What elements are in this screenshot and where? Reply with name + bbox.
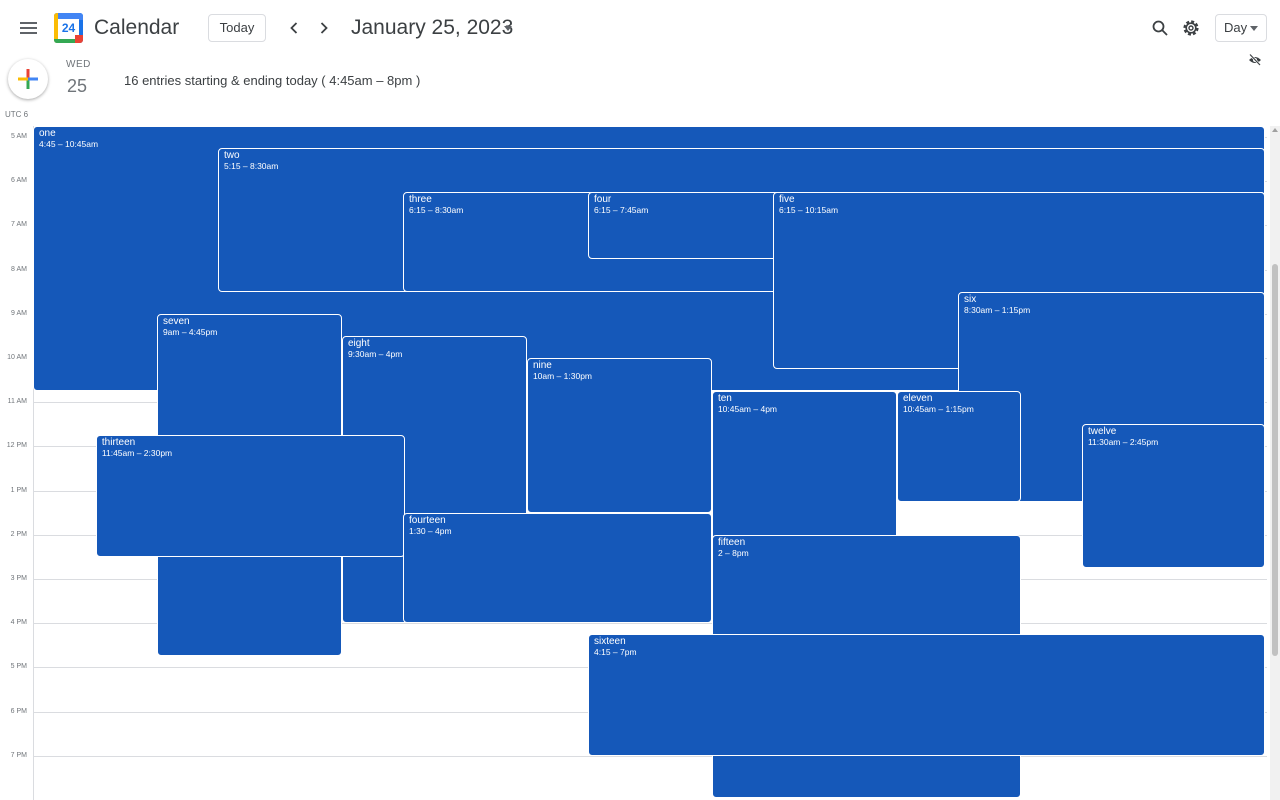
- event-time: 2 – 8pm: [717, 547, 749, 558]
- menu-icon-bar: [20, 32, 37, 34]
- event-title: one: [39, 128, 56, 139]
- event-title: fifteen: [717, 536, 746, 548]
- event-thirteen[interactable]: thirteen 11:45am – 2:30pm: [95, 435, 405, 557]
- search-icon: [1152, 20, 1168, 36]
- event-title: sixteen: [594, 636, 626, 648]
- chevron-down-icon: [1250, 26, 1258, 31]
- event-time: 10:45am – 1:15pm: [902, 404, 974, 415]
- menu-icon-bar: [20, 27, 37, 29]
- event-time: 10:45am – 4pm: [717, 404, 778, 415]
- scrollbar-thumb[interactable]: [1272, 264, 1278, 656]
- settings-button[interactable]: [1177, 14, 1205, 42]
- day-events-grid: one 4:45 – 10:45am two 5:15 – 8:30am three 6:…: [33, 126, 1267, 800]
- logo-fold: [75, 35, 83, 43]
- event-title: ten: [717, 393, 732, 405]
- previous-day-button[interactable]: [280, 14, 308, 42]
- hour-label: 5 PM: [10, 663, 27, 671]
- create-event-button[interactable]: [8, 59, 48, 99]
- event-title: eleven: [902, 393, 933, 405]
- vertical-scrollbar[interactable]: [1270, 126, 1280, 800]
- hour-label: 11 AM: [7, 398, 27, 406]
- scroll-up-arrow[interactable]: [1272, 128, 1278, 132]
- view-selector-label: Day: [1224, 20, 1248, 35]
- event-time: 9am – 4:45pm: [162, 326, 218, 337]
- hour-label: 5 AM: [11, 133, 27, 141]
- chevron-left-icon: [290, 22, 298, 34]
- event-title: nine: [532, 360, 552, 372]
- current-date-title[interactable]: January 25, 2023: [351, 16, 513, 40]
- hour-label: 6 PM: [10, 707, 27, 715]
- today-button[interactable]: Today: [208, 14, 266, 42]
- event-title: six: [964, 293, 977, 305]
- day-of-week: WED: [66, 59, 91, 70]
- event-time: 5:15 – 8:30am: [224, 161, 279, 172]
- event-title: seven: [162, 315, 190, 327]
- event-title: fourteen: [409, 514, 446, 526]
- event-twelve[interactable]: twelve 11:30am – 2:45pm: [1081, 424, 1265, 568]
- event-time: 11:30am – 2:45pm: [1087, 437, 1159, 448]
- entries-summary: 16 entries starting & ending today ( 4:4…: [124, 73, 421, 88]
- next-day-button[interactable]: [310, 14, 338, 42]
- hour-label: 2 PM: [10, 530, 27, 538]
- date-dropdown-icon[interactable]: [504, 26, 512, 31]
- hour-label: 10 AM: [7, 354, 27, 362]
- top-bar: 24 Calendar Today January 25, 2023 Day: [0, 0, 1280, 56]
- event-nine[interactable]: nine 10am – 1:30pm: [526, 358, 712, 513]
- event-time: 9:30am – 4pm: [347, 348, 403, 359]
- event-title: five: [779, 194, 795, 206]
- hour-label: 7 PM: [10, 751, 27, 759]
- event-title: thirteen: [101, 437, 136, 449]
- logo-number: 24: [61, 21, 76, 35]
- timezone-label: UTC 6: [5, 110, 29, 119]
- hour-label: 4 PM: [10, 619, 27, 627]
- event-time: 1:30 – 4pm: [409, 525, 452, 536]
- main-menu-button[interactable]: [12, 12, 44, 44]
- hour-label: 1 PM: [10, 486, 27, 494]
- gear-icon: [1183, 20, 1199, 36]
- hide-button[interactable]: [1245, 50, 1265, 70]
- hour-label: 6 AM: [11, 177, 27, 185]
- event-time: 8:30am – 1:15pm: [964, 304, 1031, 315]
- event-title: twelve: [1087, 426, 1117, 438]
- plus-icon: [18, 69, 38, 89]
- search-button[interactable]: [1146, 14, 1174, 42]
- event-time: 6:15 – 10:15am: [779, 205, 839, 216]
- chevron-right-icon: [320, 22, 328, 34]
- logo-bottom: [54, 39, 76, 43]
- event-time: 10am – 1:30pm: [532, 371, 593, 382]
- hour-label: 3 PM: [10, 575, 27, 583]
- event-time: 4:15 – 7pm: [594, 647, 637, 658]
- menu-icon: [20, 22, 37, 24]
- event-sixteen[interactable]: sixteen 4:15 – 7pm: [588, 634, 1265, 756]
- event-fourteen[interactable]: fourteen 1:30 – 4pm: [403, 512, 712, 624]
- hour-label: 8 AM: [11, 265, 27, 273]
- event-time: 11:45am – 2:30pm: [101, 448, 173, 459]
- event-title: eight: [347, 337, 370, 349]
- calendar-logo-icon: 24: [54, 13, 83, 43]
- day-number[interactable]: 25: [67, 76, 87, 97]
- hour-label: 7 AM: [11, 221, 27, 229]
- hour-label: 12 PM: [6, 442, 27, 450]
- view-selector[interactable]: Day: [1215, 14, 1267, 42]
- event-eleven[interactable]: eleven 10:45am – 1:15pm: [896, 391, 1021, 502]
- hour-label: 9 AM: [11, 309, 27, 317]
- eye-off-icon: [1249, 53, 1261, 66]
- event-title: two: [224, 150, 240, 162]
- app-title: Calendar: [94, 16, 180, 39]
